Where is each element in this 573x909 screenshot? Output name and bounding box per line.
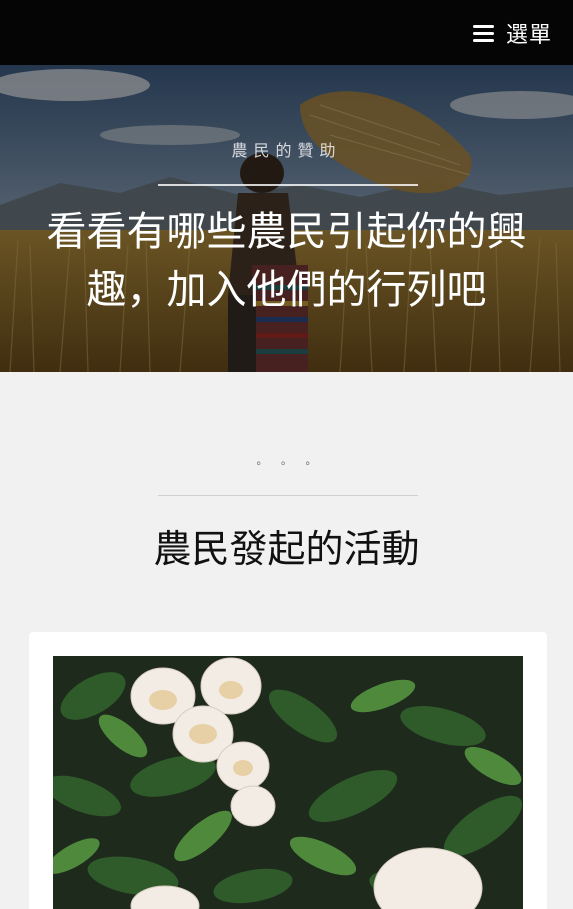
hero-banner: 農民的贊助 看看有哪些農民引起你的興趣，加入他們的行列吧 [0,65,573,372]
hero-title: 看看有哪些農民引起你的興趣，加入他們的行列吧 [46,209,527,313]
section-divider [158,495,418,496]
section-title: 農民發起的活動 [153,527,420,571]
section-dots: 。。。 [256,454,336,467]
menu-button[interactable]: 選單 [472,17,552,49]
activity-card[interactable] [29,632,547,909]
hero-kicker: 農民的贊助 [231,141,342,160]
hero-divider [158,184,418,186]
hamburger-icon[interactable] [472,24,494,42]
top-nav-bar: 選單 [0,0,573,65]
menu-label[interactable]: 選單 [506,17,552,49]
activity-photo[interactable] [53,656,523,909]
hero-text: 農民的贊助 看看有哪些農民引起你的興趣，加入他們的行列吧 [0,65,573,372]
